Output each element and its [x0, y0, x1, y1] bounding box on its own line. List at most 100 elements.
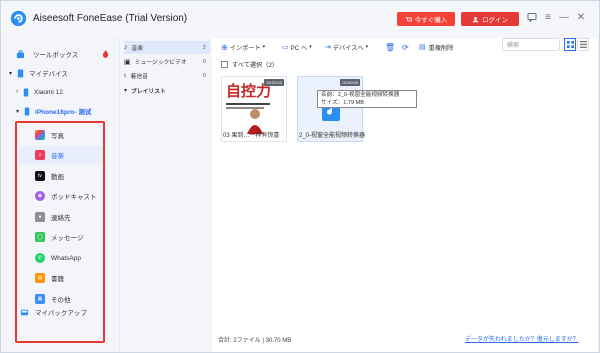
tooltip-name: 名前：2_0-视窗全能视频转换器 — [321, 92, 400, 98]
main-content: ⊕ インポート ▾ ▭ PC へ ▾ ⇥ デバイスへ ▾ 🗑 ⟳ ▤ 重複削除 … — [212, 38, 598, 352]
books-icon: ▤ — [35, 273, 45, 283]
sidebar-item-label: 写真 — [51, 133, 64, 140]
refresh-icon[interactable]: ⟳ — [402, 41, 409, 53]
subcategory-music-video[interactable]: ▣ ミュージックビデオ 0 — [124, 55, 210, 68]
cover-text-line — [226, 103, 270, 105]
grid-view-button[interactable] — [564, 38, 576, 51]
sidebar-item-label: 書籍 — [51, 276, 64, 283]
total-summary: 合計: 2ファイル | 30.70 MB — [218, 338, 292, 344]
media-card-name: 2_0-视窗全能视频转换器 — [299, 133, 366, 139]
subcategory-music[interactable]: ♪ 音楽 2 — [124, 41, 210, 54]
app-title: Aiseesoft FoneEase (Trial Version) — [33, 13, 188, 24]
subcategory-playlist[interactable]: ▾ プレイリスト — [124, 84, 210, 97]
app-window: Aiseesoft FoneEase (Trial Version) 今すぐ購入… — [0, 0, 600, 353]
select-all-label: すべて選択（2） — [232, 62, 279, 69]
select-all-checkbox[interactable]: すべて選択（2） — [221, 60, 278, 69]
chevron-right-icon: › — [16, 89, 18, 95]
sidebar-item-label: ポッドキャスト — [51, 194, 97, 201]
sidebar-item-label: ツールボックス — [33, 52, 79, 59]
subcategory-label: プレイリスト — [131, 89, 166, 95]
minimize-icon[interactable]: — — [557, 10, 571, 24]
close-icon[interactable]: ✕ — [574, 10, 588, 24]
sidebar-item-my-devices[interactable]: ▾ マイデバイス — [6, 66, 119, 80]
media-card-name: 03 果到…一样有惊喜 — [223, 133, 280, 139]
sidebar-item-label: 連絡先 — [51, 215, 71, 222]
chevron-down-icon: ▾ — [124, 88, 128, 94]
sidebar-item-toolbox[interactable]: ツールボックス — [6, 47, 119, 61]
subcategory-ringtones[interactable]: ♮ 着信音 0 — [124, 69, 210, 82]
title-bar: Aiseesoft FoneEase (Trial Version) 今すぐ購入… — [1, 1, 599, 37]
subcategory-label: ミュージックビデオ — [134, 60, 187, 66]
subcategory-label: 着信音 — [130, 74, 148, 80]
podcast-icon: ◉ — [35, 191, 45, 201]
other-icon: ▦ — [35, 294, 45, 304]
sidebar-item-videos[interactable]: tv 動画 — [19, 167, 103, 185]
phone-icon — [24, 106, 30, 116]
subcategory-panel: ♪ 音楽 2 ▣ ミュージックビデオ 0 ♮ 着信音 0 ▾ プレイリスト — [119, 38, 211, 352]
subcategory-label: 音楽 — [131, 46, 144, 52]
trash-icon[interactable]: 🗑 — [385, 41, 395, 53]
chevron-down-icon: ▾ — [309, 44, 312, 50]
sidebar-item-label: Xiaomi 12 — [34, 88, 63, 96]
bell-icon: ♮ — [124, 72, 127, 80]
user-icon — [472, 16, 479, 22]
list-icon — [579, 41, 587, 48]
file-info-tooltip: 名前：2_0-视窗全能视频转换器 サイズ：1.79 MB — [317, 90, 417, 108]
sidebar-item-contacts[interactable]: ● 連絡先 — [19, 208, 103, 226]
export-device-label: デバイスへ — [332, 44, 364, 52]
messages-icon: ◯ — [35, 232, 45, 242]
sidebar-item-xiaomi[interactable]: › Xiaomi 12 — [6, 85, 119, 99]
buy-now-label: 今すぐ購入 — [414, 17, 448, 24]
sidebar-item-iphone[interactable]: ▾ iPhone16pro- 测试 — [6, 104, 119, 118]
sidebar-item-podcasts[interactable]: ◉ ポッドキャスト — [19, 187, 103, 205]
sidebar-item-books[interactable]: ▤ 書籍 — [19, 269, 103, 287]
sidebar-item-label: マイデバイス — [29, 71, 68, 78]
list-view-button[interactable] — [577, 38, 589, 51]
search-placeholder: 検索 — [507, 43, 520, 49]
subcategory-count: 0 — [202, 72, 206, 79]
sidebar-item-label: メッセージ — [51, 235, 84, 242]
sidebar-item-label: WhatsApp — [51, 254, 81, 262]
sidebar-item-my-backup[interactable]: マイバックアップ — [6, 305, 119, 319]
chevron-down-icon: ▾ — [262, 44, 266, 50]
buy-now-button[interactable]: 今すぐ購入 — [397, 12, 455, 26]
tv-icon: tv — [35, 171, 45, 181]
tooltip-size: サイズ：1.79 MB — [321, 99, 365, 106]
music-video-icon: ▣ — [124, 58, 131, 66]
grid-icon — [566, 41, 574, 48]
duration-badge: 00:00:00 — [264, 79, 284, 86]
sidebar-item-label: マイバックアップ — [35, 310, 87, 317]
toolbox-icon — [16, 49, 25, 58]
sidebar-item-music[interactable]: ♫ 音楽 — [19, 146, 103, 164]
export-pc-label: PC へ — [290, 44, 308, 52]
add-icon: ⊕ — [221, 42, 228, 52]
cart-icon — [405, 16, 412, 21]
import-button[interactable]: ⊕ インポート ▾ — [221, 41, 265, 53]
export-device-button[interactable]: ⇥ デバイスへ ▾ — [325, 41, 368, 53]
chevron-down-icon: ▾ — [365, 44, 369, 50]
sidebar-item-photos[interactable]: 写真 — [19, 126, 103, 144]
login-button[interactable]: ログイン — [461, 12, 519, 26]
music-note-icon: ♪ — [124, 44, 128, 51]
phone-icon — [23, 87, 29, 97]
backup-icon — [20, 309, 29, 315]
sidebar-item-label: 音楽 — [51, 153, 64, 160]
checkbox-icon — [221, 61, 228, 68]
menu-icon[interactable]: ≡ — [541, 10, 555, 24]
photos-icon — [35, 130, 45, 140]
sidebar-item-messages[interactable]: ◯ メッセージ — [19, 228, 103, 246]
chevron-down-icon: ▾ — [16, 108, 20, 115]
monitor-icon: ▭ — [282, 44, 289, 51]
chat-icon[interactable] — [525, 10, 539, 24]
search-input[interactable]: 検索 — [502, 38, 560, 51]
chevron-down-icon: ▾ — [9, 70, 13, 77]
export-pc-button[interactable]: ▭ PC へ ▾ — [282, 41, 312, 53]
duration-badge: 00:00:00 — [340, 79, 360, 86]
recover-data-link[interactable]: データが失われましたか？復元しますか？ — [465, 334, 579, 343]
whatsapp-icon: ✆ — [35, 253, 45, 263]
dedupe-button[interactable]: ▤ 重複削除 — [419, 41, 453, 53]
app-logo-icon — [10, 10, 27, 27]
sidebar-item-whatsapp[interactable]: ✆ WhatsApp — [19, 249, 103, 267]
import-label: インポート — [229, 44, 261, 52]
contacts-icon: ● — [35, 212, 45, 222]
